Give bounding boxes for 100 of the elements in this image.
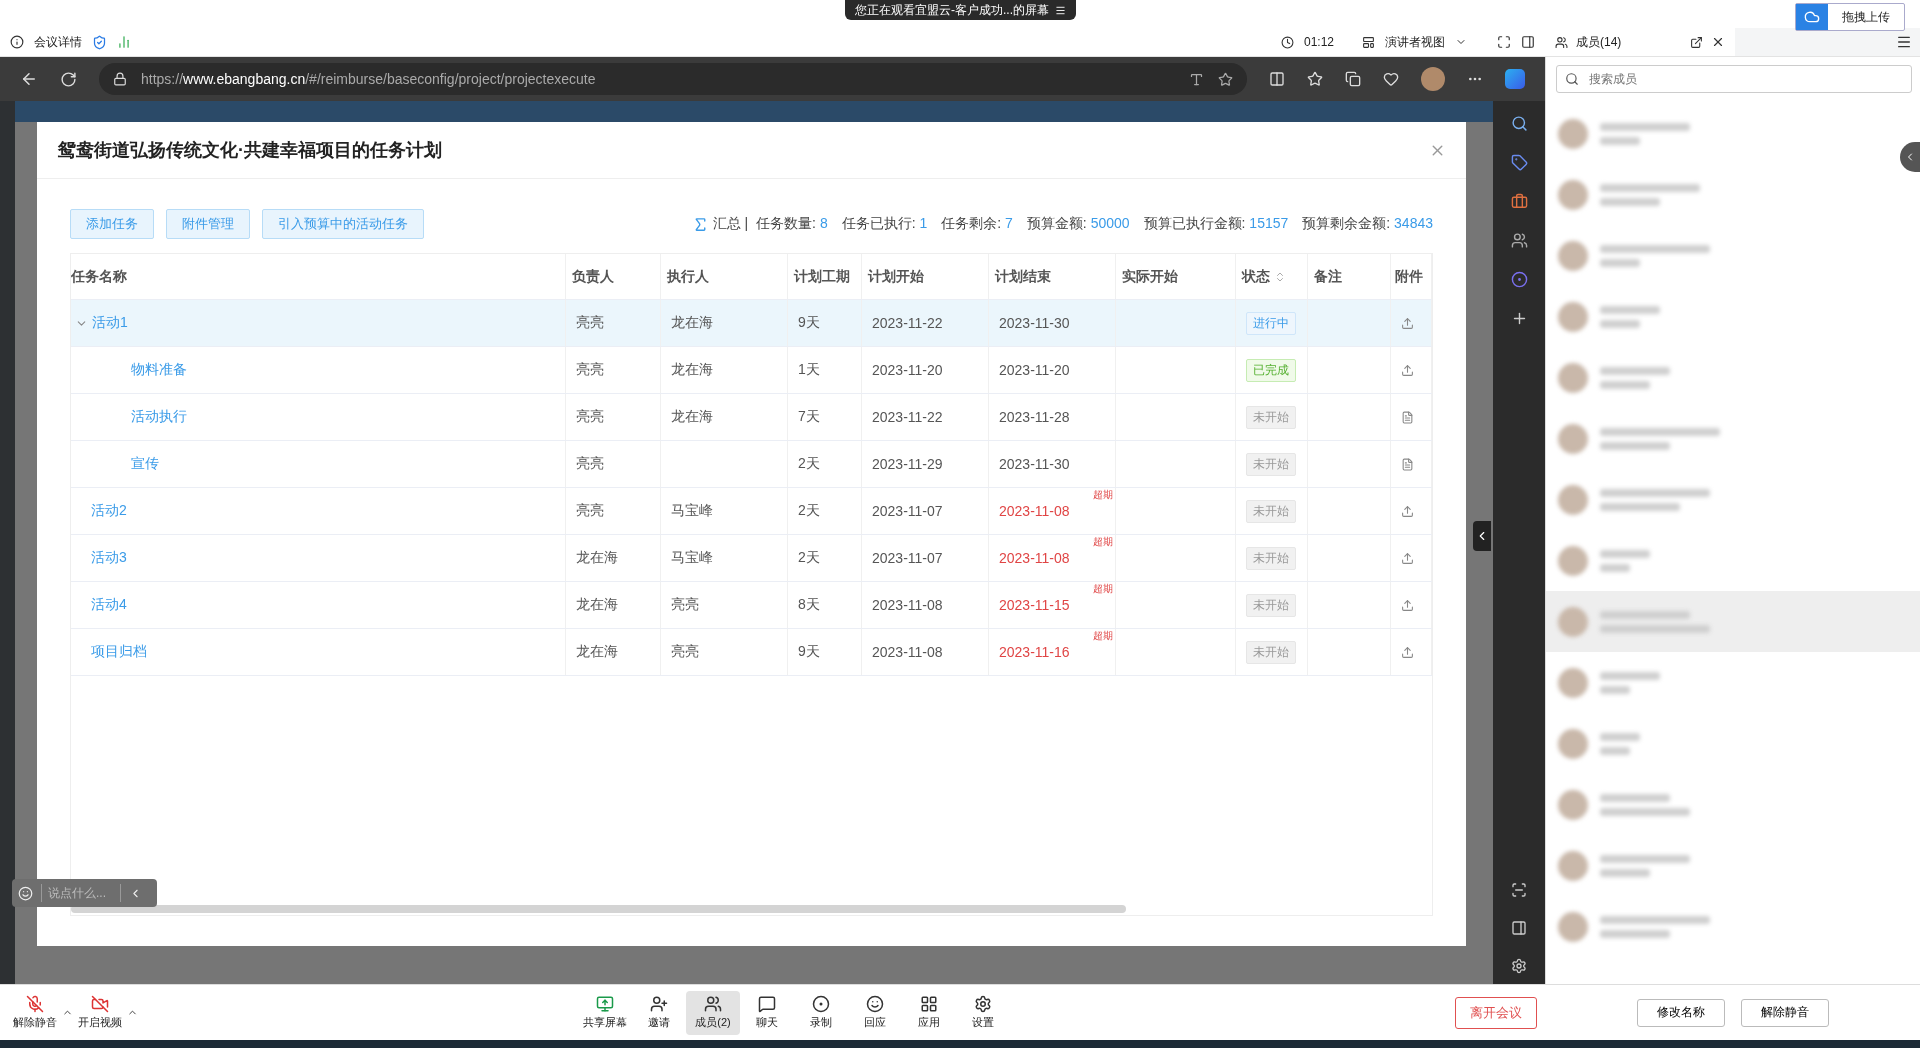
table-row[interactable]: 活动1 亮亮 龙在海 9天 2023-11-22 2023-11-30 进行中 [71, 300, 1432, 347]
toolbar-button[interactable]: 共享屏幕 [578, 990, 632, 1035]
profile-avatar[interactable] [1421, 67, 1445, 91]
panel-button[interactable]: 解除静音 [1740, 998, 1829, 1027]
toolbar-button[interactable]: 解除静音 [8, 990, 62, 1035]
status-tag: 未开始 [1246, 640, 1296, 664]
fullscreen-icon[interactable] [1497, 35, 1511, 49]
collapse-tab[interactable] [1900, 142, 1920, 172]
search-icon [1565, 72, 1579, 86]
table-row[interactable]: 物料准备 亮亮 龙在海 1天 2023-11-20 2023-11-20 已完成 [71, 347, 1432, 394]
overdue-label: 超期 [1093, 630, 1113, 641]
table-row[interactable]: 项目归档 龙在海 亮亮 9天 2023-11-08 2023-11-16 超期 未开始 [71, 629, 1432, 676]
star-icon[interactable] [1218, 71, 1233, 87]
search-icon[interactable] [1510, 115, 1528, 132]
overdue-label: 超期 [1093, 536, 1113, 547]
status-tag: 未开始 [1246, 405, 1296, 429]
column-header: 实际开始 [1116, 254, 1236, 299]
upload-icon[interactable] [1401, 598, 1414, 612]
toolbar-button[interactable]: 回应 [848, 990, 902, 1035]
sort-icon[interactable] [1274, 270, 1286, 283]
split-icon[interactable] [1269, 71, 1285, 87]
close-icon[interactable] [1711, 35, 1725, 49]
status-tag: 未开始 [1246, 593, 1296, 617]
upload-icon[interactable] [1401, 504, 1414, 518]
meeting-info-link[interactable]: 会议详情 [34, 33, 82, 51]
column-header: 备注 [1308, 254, 1391, 299]
start-date-text: 2023-11-22 [872, 409, 943, 425]
panel-icon[interactable] [1521, 35, 1535, 49]
table-row[interactable]: 活动执行 亮亮 龙在海 7天 2023-11-22 2023-11-28 未开始 [71, 394, 1432, 441]
overdue-label: 超期 [1093, 583, 1113, 594]
layout-icon [1362, 35, 1375, 49]
invite-icon [650, 995, 668, 1013]
favorites-icon[interactable] [1307, 71, 1323, 87]
toolbar-button[interactable]: 邀请 [632, 990, 686, 1035]
start-date-text: 2023-11-07 [872, 503, 943, 519]
owner-text: 亮亮 [576, 361, 604, 379]
leave-meeting-button[interactable]: 离开会议 [1455, 996, 1537, 1029]
video-off-icon [91, 995, 109, 1013]
column-header: 计划工期 [788, 254, 862, 299]
info-icon[interactable] [10, 35, 24, 49]
address-bar[interactable]: https://www.ebangbang.cn/#/reimburse/baseconfig/project/projectexecute [99, 63, 1247, 95]
collapse-tab[interactable] [1473, 521, 1491, 551]
duration-text: 7天 [798, 408, 820, 426]
read-aloud-icon[interactable] [1189, 71, 1204, 87]
pop-out-icon[interactable] [1690, 35, 1703, 49]
toolbar-button[interactable]: 聊天 [740, 990, 794, 1035]
upload-icon[interactable] [1401, 551, 1414, 565]
view-mode-dropdown[interactable]: 演讲者视图 [1385, 33, 1445, 51]
back-icon[interactable] [20, 70, 38, 88]
table-row[interactable]: 活动3 龙在海 马宝峰 2天 2023-11-07 2023-11-08 超期 未开始 [71, 535, 1432, 582]
health-icon[interactable] [1383, 71, 1399, 87]
menu-icon[interactable] [1896, 34, 1912, 50]
chat-input[interactable]: 说点什么... [42, 886, 120, 900]
toolbar-button[interactable]: 开启视频 [73, 990, 127, 1035]
end-date-text: 2023-11-08 [999, 550, 1070, 566]
toolbar-button[interactable]: 录制 [794, 990, 848, 1035]
shield-icon [92, 34, 107, 50]
start-date-text: 2023-11-08 [872, 597, 943, 613]
executor-text: 亮亮 [671, 643, 699, 661]
toolbar-button[interactable]: 成员(2) [686, 990, 740, 1035]
owner-text: 亮亮 [576, 314, 604, 332]
summary-label: 汇总 | [712, 215, 750, 233]
panel-button[interactable]: 修改名称 [1636, 998, 1725, 1027]
duration-text: 1天 [798, 361, 820, 379]
signal-icon [117, 35, 131, 49]
lock-icon [113, 72, 127, 86]
executor-text: 龙在海 [671, 361, 713, 379]
settings-icon[interactable] [1511, 958, 1527, 974]
scrollbar[interactable] [71, 905, 1126, 913]
toolbar-button[interactable]: 设置 [956, 990, 1010, 1035]
start-date-text: 2023-11-20 [872, 362, 943, 378]
status-tag: 未开始 [1246, 452, 1296, 476]
column-header: 负责人 [566, 254, 661, 299]
members-icon [704, 995, 722, 1013]
menu-icon[interactable] [1055, 4, 1066, 16]
upload-icon[interactable] [1401, 316, 1414, 330]
mic-off-icon [26, 995, 44, 1013]
toolbar-button[interactable]: 应用 [902, 990, 956, 1035]
duration-text: 8天 [798, 596, 820, 614]
upload-icon[interactable] [1401, 363, 1414, 377]
table-row[interactable]: 活动4 龙在海 亮亮 8天 2023-11-08 2023-11-15 超期 未开始 [71, 582, 1432, 629]
sidebar-icon[interactable] [1511, 920, 1527, 936]
reload-icon[interactable] [60, 70, 77, 88]
screenshot-icon[interactable] [1511, 882, 1527, 898]
share-banner-text: 您正在观看宜盟云-客户成功...的屏幕 [855, 1, 1049, 19]
summary-item: 预算已执行金额: 15157 [1143, 215, 1289, 233]
emoji-icon[interactable] [18, 885, 33, 901]
collections-icon[interactable] [1345, 71, 1361, 87]
upload-button[interactable]: 拖拽上传 [1795, 3, 1905, 31]
people-icon[interactable] [1510, 232, 1528, 249]
file-icon[interactable] [1401, 457, 1414, 471]
file-icon[interactable] [1401, 410, 1414, 424]
end-date-text: 2023-11-28 [999, 409, 1070, 425]
tag-icon[interactable] [1510, 154, 1528, 171]
table-row[interactable]: 活动2 亮亮 马宝峰 2天 2023-11-07 2023-11-08 超期 未开始 [71, 488, 1432, 535]
owner-text: 龙在海 [576, 549, 618, 567]
upload-icon[interactable] [1401, 645, 1414, 659]
member-search-field[interactable]: 搜索成员 [1556, 65, 1912, 93]
table-row[interactable]: 宣传 亮亮 2天 2023-11-29 2023-11-30 未开始 [71, 441, 1432, 488]
toolbox-icon[interactable] [1510, 193, 1528, 210]
